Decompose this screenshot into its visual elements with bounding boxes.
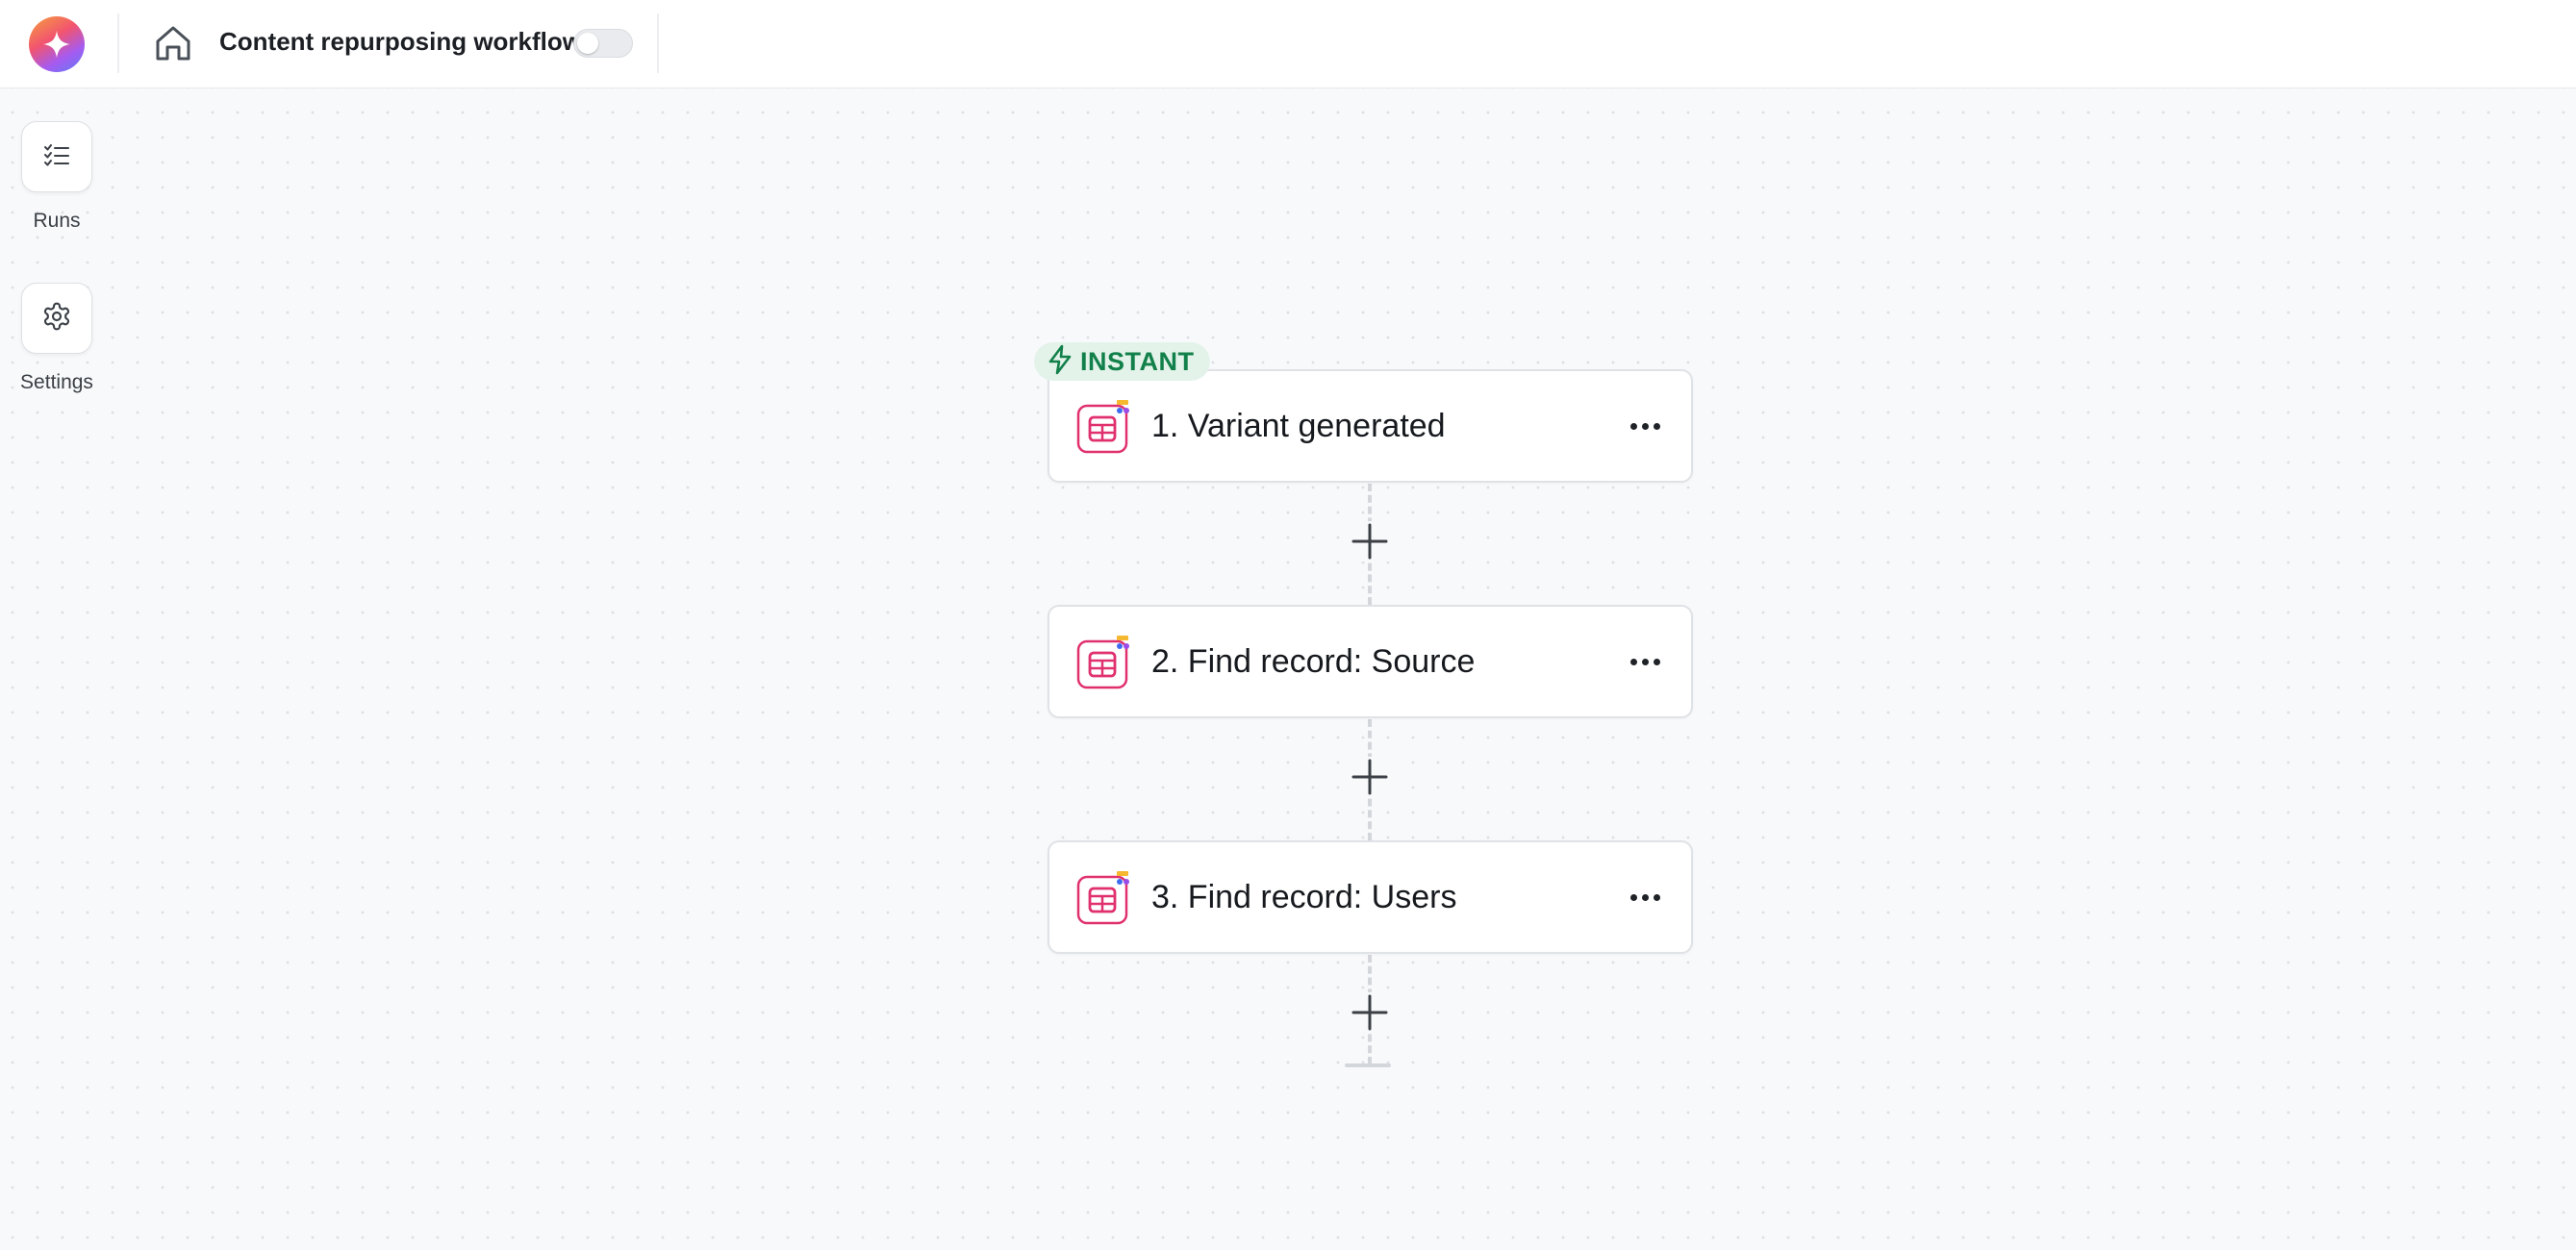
more-options-icon[interactable]	[1626, 410, 1664, 442]
workflow-enable-toggle[interactable]	[573, 29, 633, 58]
step-card-1[interactable]: 1. Variant generated	[1048, 369, 1693, 483]
table-app-icon	[1076, 400, 1130, 454]
step-card-2[interactable]: 2. Find record: Source	[1048, 605, 1693, 718]
gear-icon	[41, 301, 72, 337]
plus-icon	[1351, 994, 1388, 1031]
step-title: 3. Find record: Users	[1151, 879, 1457, 915]
more-options-icon[interactable]	[1626, 881, 1664, 913]
divider	[117, 13, 119, 73]
top-bar: Content repurposing workflow	[0, 0, 2576, 88]
trigger-badge-label: INSTANT	[1080, 346, 1195, 376]
table-app-icon	[1076, 871, 1130, 925]
workflow-title[interactable]: Content repurposing workflow	[219, 27, 582, 57]
divider	[657, 13, 659, 73]
settings-button[interactable]	[21, 283, 92, 354]
add-step-button[interactable]	[1350, 757, 1390, 797]
home-icon[interactable]	[149, 19, 197, 67]
plus-icon	[1351, 523, 1388, 560]
lightning-icon	[1048, 344, 1073, 380]
add-step-button[interactable]	[1350, 992, 1390, 1033]
toggle-knob	[577, 33, 598, 54]
app-logo-icon[interactable]	[29, 16, 85, 72]
plus-icon	[1351, 759, 1388, 795]
table-app-icon	[1076, 636, 1130, 689]
step-title: 1. Variant generated	[1151, 408, 1446, 444]
runs-label: Runs	[33, 210, 81, 232]
step-card-3[interactable]: 3. Find record: Users	[1048, 840, 1693, 954]
trigger-badge: INSTANT	[1034, 342, 1210, 381]
flow-end-marker	[1345, 1063, 1391, 1067]
settings-label: Settings	[20, 371, 93, 393]
checklist-icon	[42, 140, 71, 174]
runs-button[interactable]	[21, 121, 92, 192]
add-step-button[interactable]	[1350, 521, 1390, 562]
step-title: 2. Find record: Source	[1151, 643, 1476, 680]
more-options-icon[interactable]	[1626, 645, 1664, 678]
